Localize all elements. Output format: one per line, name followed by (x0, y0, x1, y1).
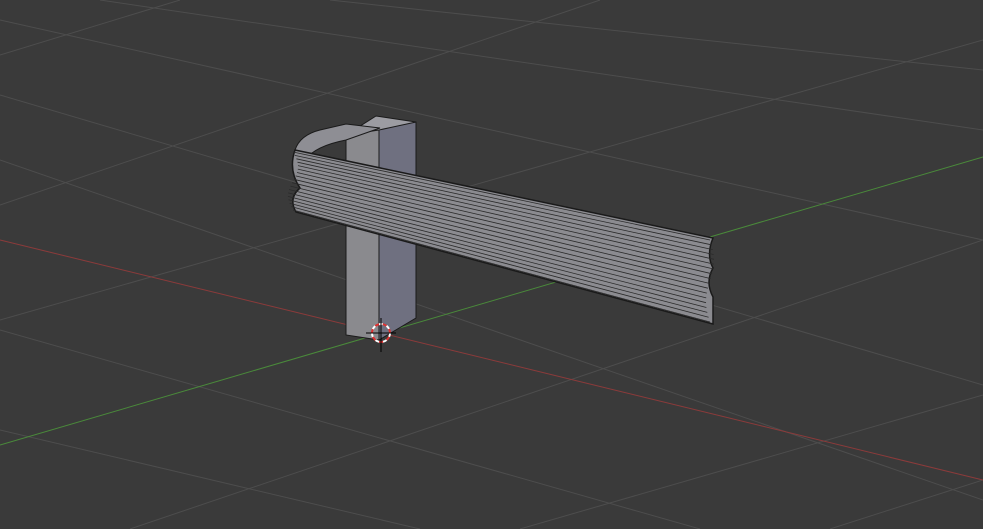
grid-line (0, 39, 983, 321)
3d-viewport[interactable] (0, 0, 983, 529)
viewport-canvas[interactable] (0, 0, 983, 529)
grid-line (0, 329, 701, 529)
grid-line (0, 429, 421, 529)
x-axis-line (0, 239, 983, 481)
grid-line (329, 0, 983, 71)
grid-line (519, 394, 983, 529)
grid-line (829, 479, 983, 529)
grid-line (0, 0, 181, 56)
grid-line (129, 239, 983, 529)
